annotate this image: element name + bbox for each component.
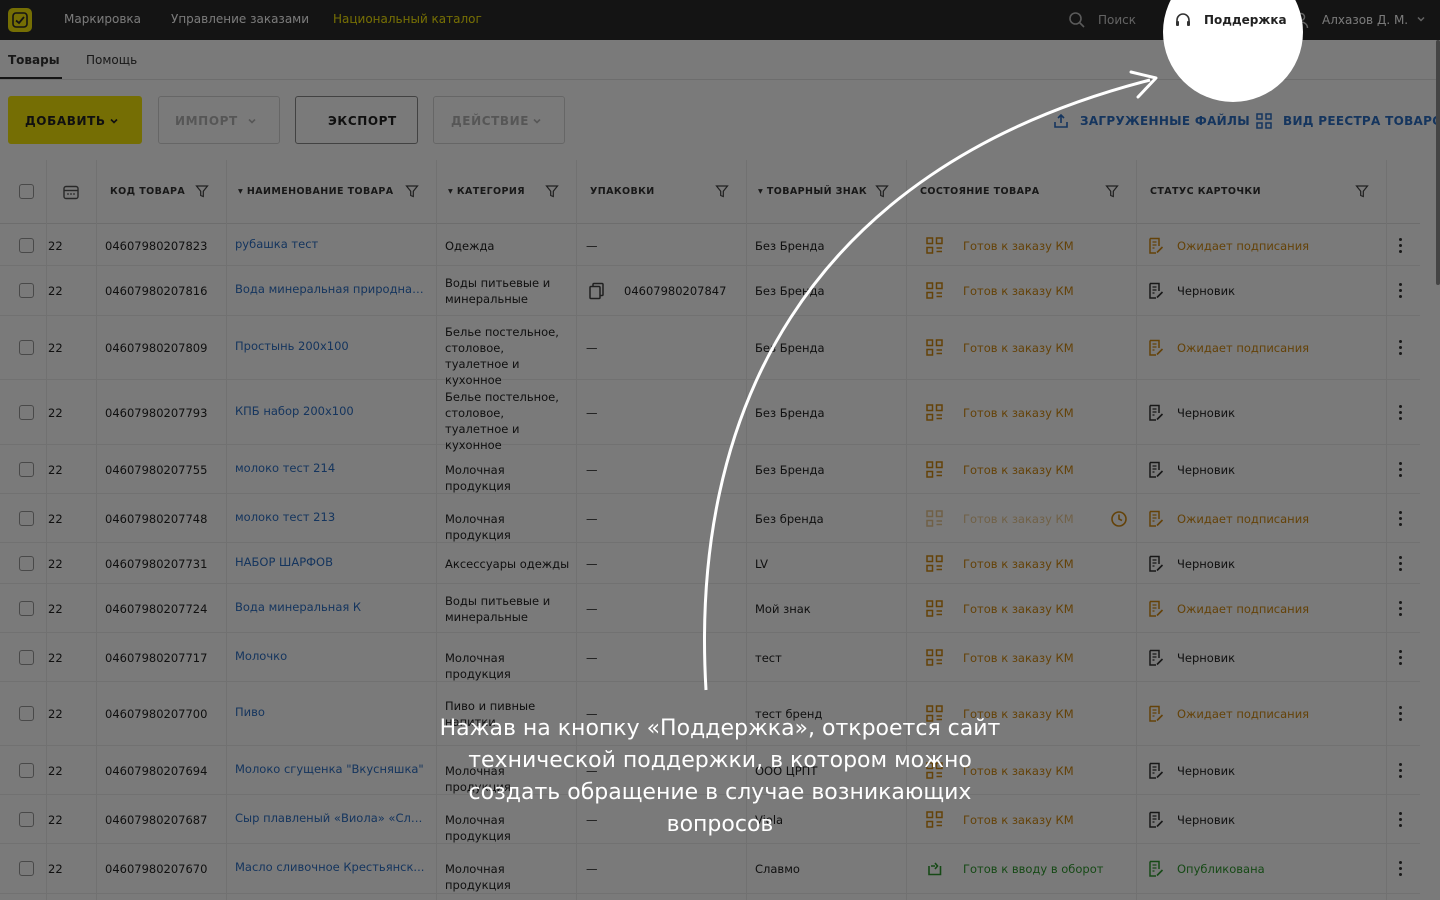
tutorial-caption: Нажав на кнопку «Поддержка», откроется с… bbox=[439, 716, 1001, 837]
